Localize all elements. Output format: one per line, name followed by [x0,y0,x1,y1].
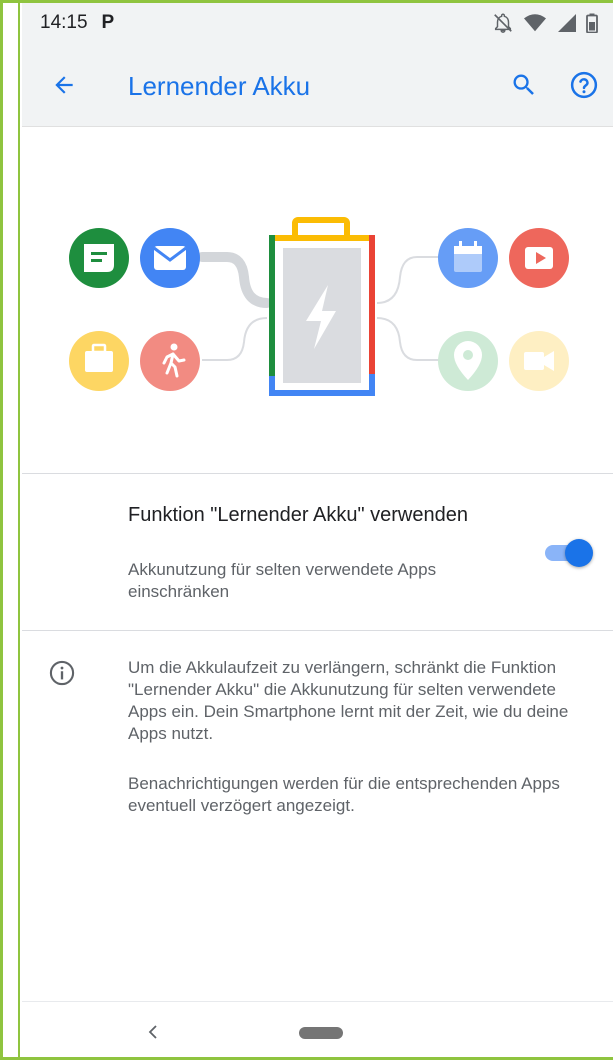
video-icon [509,331,569,391]
search-button[interactable] [508,69,540,101]
wifi-icon [524,14,546,32]
briefcase-icon [69,331,129,391]
info-paragraph-2: Benachrichtigungen werden für die entspr… [128,774,560,815]
battery-charging-icon [269,217,375,396]
device-frame: 14:15 P Lernender Akku Funktion "Lernend… [0,0,613,1060]
nav-back-icon[interactable] [144,1022,164,1042]
mail-icon [140,228,200,288]
help-icon [570,71,598,99]
navigation-bar [22,1001,613,1057]
status-time: 14:15 [40,12,88,33]
nav-home-pill[interactable] [299,1027,343,1039]
back-arrow-icon [55,76,73,94]
status-icons [492,12,598,34]
info-paragraph-1: Um die Akkulaufzeit zu verlängern, schrä… [128,658,569,743]
connector-line [376,256,440,304]
info-section: Um die Akkulaufzeit zu verlängern, schrä… [22,631,613,1001]
play-icon [509,228,569,288]
connector-line [197,252,272,308]
calendar-icon [438,228,498,288]
run-icon [140,331,200,391]
battery-icon [586,13,598,33]
signal-icon [558,14,576,32]
switch-thumb [565,539,593,567]
page-title: Lernender Akku [128,71,311,101]
location-icon [438,331,498,391]
message-icon [69,228,129,288]
adaptive-battery-toggle-row[interactable]: Funktion "Lernender Akku" verwenden Akku… [22,474,613,630]
status-bar: 14:15 P [22,3,613,43]
screen: 14:15 P Lernender Akku Funktion "Lernend… [22,3,613,1057]
back-button[interactable] [48,69,80,101]
search-icon [513,74,534,95]
toggle-subtitle: Akkunutzung für selten verwendete Apps e… [128,560,437,601]
adaptive-battery-illustration [22,127,613,473]
toggle-title: Funktion "Lernender Akku" verwenden [128,504,468,526]
info-icon [49,660,75,686]
notifications-off-icon [494,13,512,33]
left-gutter [3,3,20,1057]
status-notification-letter: P [101,12,115,33]
connector-line [376,317,440,361]
connector-line [202,317,268,361]
illustration-svg [69,217,569,396]
adaptive-battery-switch[interactable] [541,538,593,567]
app-bar: Lernender Akku [22,43,613,127]
help-button[interactable] [568,69,600,101]
